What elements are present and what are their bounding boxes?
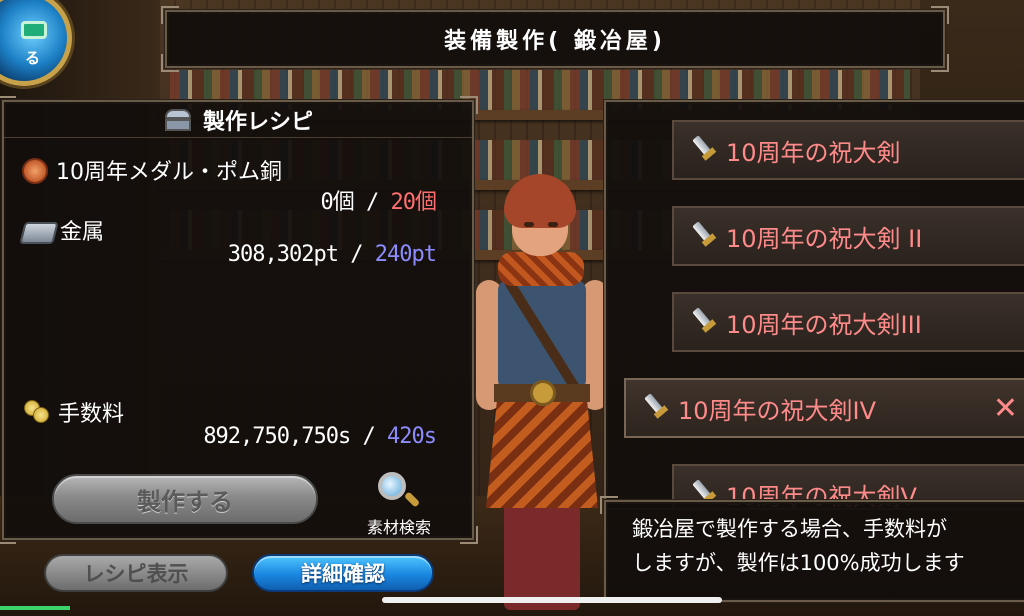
- recipe-view-label: レシピ表示: [83, 562, 189, 586]
- character-eye: [524, 222, 534, 227]
- material-quantity: 0個 / 20個: [321, 184, 437, 216]
- list-item-label: 10周年の祝大剣IV: [678, 396, 877, 425]
- material-have: 308,302pt: [227, 242, 339, 267]
- coin-icon: [24, 400, 50, 424]
- fee-required: 420s: [387, 424, 437, 449]
- frame-corner: [606, 102, 618, 114]
- list-item-selected[interactable]: 10周年の祝大剣IV ✕: [624, 378, 1024, 438]
- character-skirt: [486, 398, 598, 508]
- frame-corner: [0, 526, 16, 544]
- recipe-panel: 製作レシピ 10周年メダル・ポム銅 0個 / 20個 金属 308,302pt …: [0, 96, 478, 544]
- list-item-label: 10周年の祝大剣III: [726, 310, 922, 339]
- character-buckle: [530, 380, 556, 406]
- list-item-label: 10周年の祝大剣 II: [726, 224, 923, 253]
- material-quantity: 308,302pt / 240pt: [227, 242, 437, 267]
- quantity-separator: /: [362, 424, 376, 449]
- frame-corner: [161, 54, 179, 72]
- detail-confirm-label: 詳細確認: [301, 562, 385, 586]
- metal-ingot-icon: [19, 222, 59, 244]
- quantity-separator: /: [350, 242, 363, 267]
- material-search-label: 素材検索: [366, 518, 431, 537]
- craft-button-label: 製作する: [137, 487, 233, 516]
- fee-name: 手数料: [58, 402, 125, 427]
- blacksmith-character: [470, 170, 620, 610]
- material-name: 10周年メダル・ポム銅: [56, 160, 282, 185]
- frame-corner: [161, 6, 179, 24]
- character-hair: [504, 174, 576, 228]
- detail-confirm-button[interactable]: 詳細確認: [252, 554, 434, 592]
- recipe-view-button[interactable]: レシピ表示: [44, 554, 228, 592]
- item-list-panel[interactable]: 10周年の祝大剣 10周年の祝大剣 II 10周年の祝大剣III 10周年の祝大…: [604, 100, 1024, 510]
- message-line: 鍛冶屋で製作する場合、手数料が: [632, 517, 947, 541]
- progress-strip: [0, 606, 70, 610]
- sword-icon: [690, 221, 717, 249]
- frame-corner: [600, 496, 618, 514]
- fee-have: 892,750,750s: [203, 424, 351, 449]
- title-bar: 装備製作( 鍛冶屋): [161, 6, 949, 72]
- home-indicator[interactable]: [382, 597, 722, 603]
- craft-button[interactable]: 製作する: [52, 474, 318, 524]
- character-legs: [504, 490, 580, 610]
- message-text: 鍛冶屋で製作する場合、手数料が しますが、製作は100%成功します: [632, 512, 1024, 580]
- fee-quantity: 892,750,750s / 420s: [203, 424, 437, 449]
- material-required: 20個: [390, 190, 437, 215]
- frame-corner: [460, 526, 478, 544]
- list-item[interactable]: 10周年の祝大剣III: [672, 292, 1024, 352]
- medal-icon: [22, 158, 48, 184]
- recipe-title: 製作レシピ: [202, 109, 313, 135]
- sword-icon: [690, 135, 717, 163]
- character-scarf: [498, 252, 584, 286]
- material-search-button[interactable]: 素材検索: [354, 470, 444, 537]
- material-required: 240pt: [374, 242, 437, 267]
- page-title: 装備製作( 鍛冶屋): [444, 29, 666, 54]
- list-item[interactable]: 10周年の祝大剣 II: [672, 206, 1024, 266]
- list-item[interactable]: 10周年の祝大剣: [672, 120, 1024, 180]
- message-panel: 鍛冶屋で製作する場合、手数料が しますが、製作は100%成功します: [600, 496, 1024, 602]
- magnifier-icon: [376, 470, 421, 510]
- close-icon[interactable]: ✕: [993, 391, 1018, 426]
- quantity-separator: /: [366, 190, 379, 215]
- recipe-header: 製作レシピ: [4, 102, 472, 138]
- sword-icon: [642, 393, 669, 421]
- material-have: 0個: [320, 190, 355, 215]
- return-icon: [21, 21, 47, 39]
- message-line: しますが、製作は100%成功します: [632, 551, 965, 575]
- material-name: 金属: [60, 220, 105, 245]
- back-orb-label: る: [25, 49, 41, 67]
- treasure-chest-icon: [163, 107, 193, 133]
- frame-corner: [931, 6, 949, 24]
- sword-icon: [690, 307, 717, 335]
- frame-corner: [931, 54, 949, 72]
- character-eye: [548, 222, 558, 227]
- list-item-label: 10周年の祝大剣: [726, 138, 901, 167]
